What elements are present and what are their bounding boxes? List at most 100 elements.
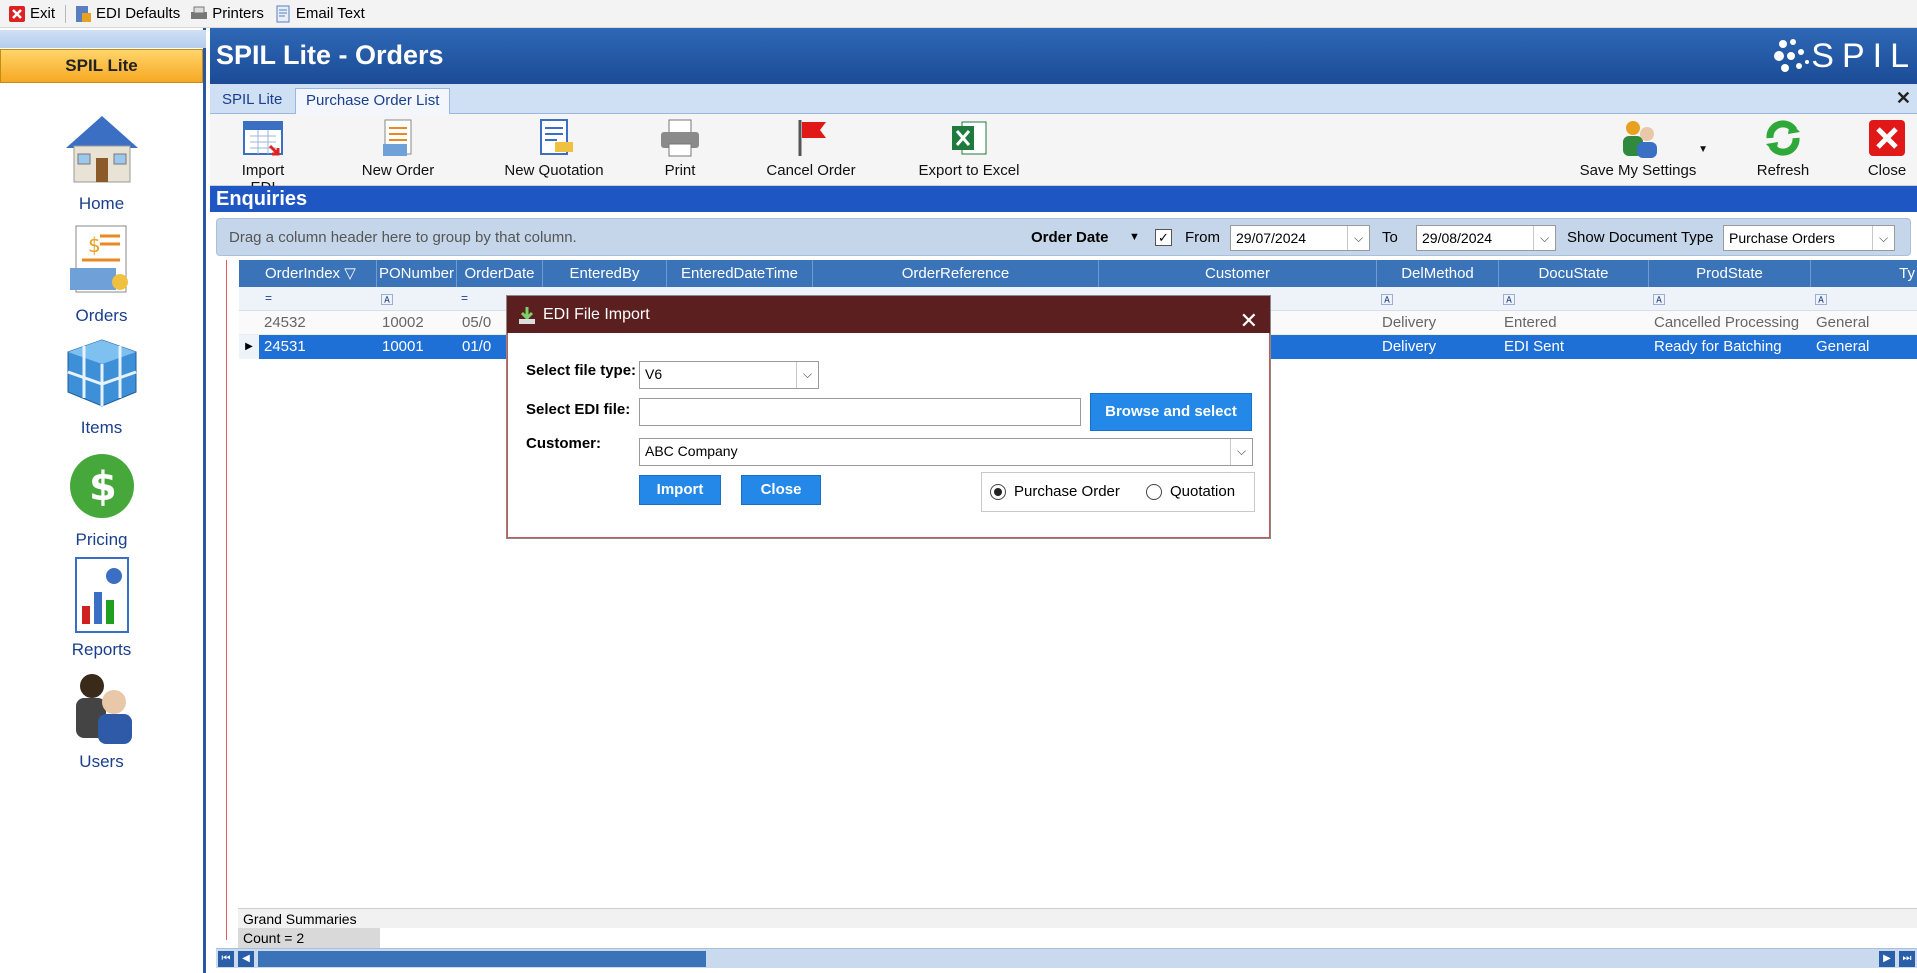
grand-summaries: Grand Summaries bbox=[238, 908, 1917, 928]
col-header-type[interactable]: Ty bbox=[1811, 260, 1917, 287]
scroll-last-icon[interactable]: ⏭ bbox=[1899, 951, 1915, 967]
dialog-close-icon[interactable]: ✕ bbox=[1240, 302, 1258, 339]
cell-prodstate: Ready for Batching bbox=[1654, 338, 1782, 355]
email-text-button[interactable]: Email Text bbox=[274, 5, 365, 23]
cancel-order-button[interactable]: Cancel Order bbox=[756, 118, 866, 179]
scroll-left-icon[interactable]: ◀ bbox=[238, 951, 254, 967]
chevron-down-icon[interactable]: ⌵ bbox=[1872, 226, 1894, 250]
col-header-enteredby[interactable]: EnteredBy bbox=[543, 260, 667, 287]
row-indicator-icon: ▶ bbox=[239, 335, 259, 359]
save-settings-dropdown-icon[interactable]: ▼ bbox=[1698, 144, 1708, 155]
new-quotation-button[interactable]: New Quotation bbox=[494, 118, 614, 179]
text-filter-icon[interactable]: 🄰 bbox=[1815, 291, 1827, 308]
chevron-down-icon[interactable]: ⌵ bbox=[1533, 226, 1555, 250]
filter-icon[interactable]: ▽ bbox=[344, 265, 356, 282]
scroll-right-icon[interactable]: ▶ bbox=[1879, 951, 1895, 967]
radio-quotation[interactable]: Quotation bbox=[1146, 483, 1235, 500]
printers-label: Printers bbox=[212, 5, 264, 22]
radio-purchase-order[interactable]: Purchase Order bbox=[990, 483, 1120, 500]
browse-select-button[interactable]: Browse and select bbox=[1090, 393, 1252, 431]
col-header-docustate[interactable]: DocuState bbox=[1499, 260, 1649, 287]
scroll-first-icon[interactable]: ⏮ bbox=[218, 951, 234, 967]
new-order-button[interactable]: New Order bbox=[358, 118, 438, 179]
text-filter-icon[interactable]: 🄰 bbox=[1503, 291, 1515, 308]
sidebar-item-pricing[interactable]: $ Pricing bbox=[0, 446, 203, 550]
svg-text:$: $ bbox=[89, 464, 117, 510]
title-bar: SPIL Lite - Orders SPIL bbox=[210, 28, 1917, 84]
cell-ponumber: 10001 bbox=[382, 338, 424, 355]
export-excel-button[interactable]: Export to Excel bbox=[904, 118, 1034, 179]
date-field-label[interactable]: Order Date bbox=[1031, 229, 1109, 246]
email-text-icon bbox=[274, 5, 292, 23]
cell-type: General bbox=[1816, 338, 1870, 355]
doc-type-select[interactable]: Purchase Orders ⌵ bbox=[1723, 225, 1895, 251]
users-icon bbox=[75, 674, 132, 744]
dialog-title: EDI File Import bbox=[543, 306, 650, 323]
excel-icon bbox=[952, 121, 987, 155]
edi-file-input[interactable] bbox=[639, 398, 1081, 426]
email-text-label: Email Text bbox=[295, 5, 365, 22]
refresh-button[interactable]: Refresh bbox=[1748, 118, 1818, 179]
col-header-orderreference[interactable]: OrderReference bbox=[813, 260, 1099, 287]
to-date-picker[interactable]: 29/08/2024 ⌵ bbox=[1416, 225, 1556, 251]
chevron-down-icon[interactable]: ⌵ bbox=[796, 362, 818, 388]
sidebar-item-reports[interactable]: Reports bbox=[0, 556, 203, 660]
close-icon bbox=[1869, 120, 1905, 156]
chevron-down-icon[interactable]: ⌵ bbox=[1230, 439, 1252, 465]
date-field-dropdown-icon[interactable]: ▼ bbox=[1129, 231, 1140, 243]
tab-spil-lite[interactable]: SPIL Lite bbox=[212, 88, 292, 114]
col-header-orderindex[interactable]: OrderIndex ▽ bbox=[259, 260, 377, 287]
toolbar-separator bbox=[65, 4, 67, 23]
edi-defaults-button[interactable]: EDI Defaults bbox=[74, 5, 180, 23]
text-filter-icon[interactable]: 🄰 bbox=[381, 291, 393, 308]
close-tab-icon[interactable]: ✕ bbox=[1896, 88, 1911, 109]
save-settings-label: Save My Settings bbox=[1579, 162, 1697, 179]
dialog-title-bar[interactable]: EDI File Import ✕ bbox=[507, 296, 1270, 333]
equals-filter-icon[interactable]: = bbox=[265, 291, 272, 305]
chevron-down-icon[interactable]: ⌵ bbox=[1347, 226, 1369, 250]
sidebar-item-orders[interactable]: $ Orders bbox=[0, 222, 203, 326]
sidebar-item-users[interactable]: Users bbox=[0, 668, 203, 772]
doc-type-label: Show Document Type bbox=[1567, 229, 1714, 246]
import-edi-icon bbox=[243, 121, 283, 156]
sidebar-header: SPIL Lite bbox=[0, 49, 203, 83]
print-icon bbox=[661, 119, 699, 157]
refresh-icon bbox=[1766, 120, 1800, 156]
group-by-hint[interactable]: Drag a column header here to group by th… bbox=[229, 229, 577, 246]
items-icon bbox=[67, 339, 136, 407]
cell-orderindex: 24531 bbox=[264, 338, 306, 355]
sidebar-item-home[interactable]: Home bbox=[0, 110, 203, 214]
import-edi-button[interactable]: Import EDI bbox=[228, 118, 298, 196]
exit-icon bbox=[8, 5, 26, 23]
file-type-select[interactable]: V6 ⌵ bbox=[639, 361, 819, 389]
horizontal-scrollbar[interactable]: ⏮ ◀ ▶ ⏭ bbox=[216, 948, 1917, 968]
scroll-thumb[interactable] bbox=[258, 951, 706, 967]
edi-import-dialog: EDI File Import ✕ Select file type: V6 ⌵… bbox=[506, 295, 1271, 539]
date-filter-checkbox[interactable]: ✓ bbox=[1155, 229, 1172, 246]
col-header-customer[interactable]: Customer bbox=[1099, 260, 1377, 287]
import-button[interactable]: Import bbox=[639, 475, 721, 505]
new-quotation-icon bbox=[540, 119, 573, 155]
col-header-entereddatetime[interactable]: EnteredDateTime bbox=[667, 260, 813, 287]
text-filter-icon[interactable]: 🄰 bbox=[1381, 291, 1393, 308]
customer-select[interactable]: ABC Company ⌵ bbox=[639, 438, 1253, 466]
print-button[interactable]: Print bbox=[650, 118, 710, 179]
from-date-picker[interactable]: 29/07/2024 ⌵ bbox=[1230, 225, 1370, 251]
save-settings-button[interactable]: Save My Settings ▼ bbox=[1568, 118, 1708, 179]
col-header-ponumber[interactable]: PONumber bbox=[377, 260, 457, 287]
equals-filter-icon[interactable]: = bbox=[461, 291, 468, 305]
close-ribbon-button[interactable]: Close bbox=[1862, 118, 1912, 179]
printers-button[interactable]: Printers bbox=[190, 5, 264, 23]
radio-quotation-label: Quotation bbox=[1170, 483, 1236, 500]
exit-button[interactable]: Exit bbox=[8, 5, 55, 23]
sidebar-item-items[interactable]: Items bbox=[0, 334, 203, 438]
col-header-delmethod[interactable]: DelMethod bbox=[1377, 260, 1499, 287]
grid-header-row: OrderIndex ▽ PONumber OrderDate EnteredB… bbox=[239, 260, 1917, 287]
col-header-orderdate[interactable]: OrderDate bbox=[457, 260, 543, 287]
cell-orderindex: 24532 bbox=[264, 314, 306, 331]
cell-delmethod: Delivery bbox=[1382, 338, 1437, 355]
text-filter-icon[interactable]: 🄰 bbox=[1653, 291, 1665, 308]
dialog-close-button[interactable]: Close bbox=[741, 475, 821, 505]
col-header-prodstate[interactable]: ProdState bbox=[1649, 260, 1811, 287]
tab-purchase-order-list[interactable]: Purchase Order List bbox=[295, 88, 451, 114]
